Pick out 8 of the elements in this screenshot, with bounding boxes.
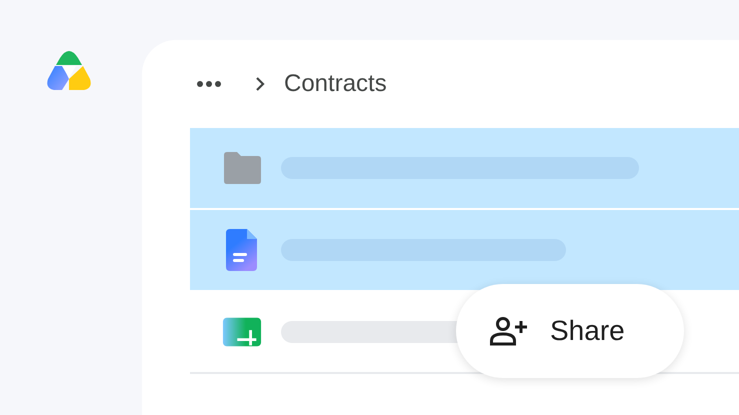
document-icon (226, 229, 258, 271)
chevron-right-icon (254, 76, 266, 92)
folder-icon (222, 151, 262, 185)
spreadsheet-icon (222, 316, 262, 348)
more-icon[interactable] (196, 80, 222, 88)
share-button[interactable]: Share (456, 284, 684, 378)
add-person-icon (490, 316, 528, 346)
breadcrumb-folder[interactable]: Contracts (284, 70, 387, 98)
